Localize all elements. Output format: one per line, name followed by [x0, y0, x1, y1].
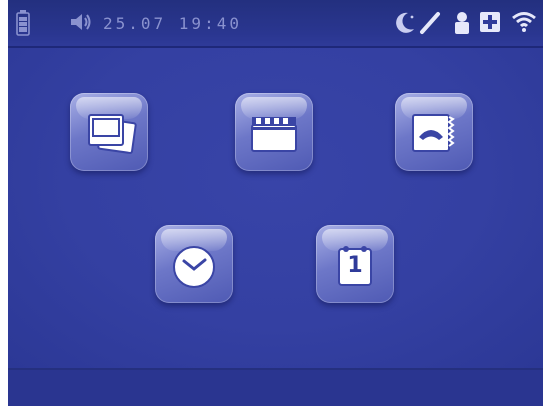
intercom-phone-icon — [412, 114, 455, 152]
device-screen: 25.07 19:40 1 — [8, 0, 543, 406]
photo-gallery-icon — [88, 114, 137, 154]
photo-gallery-button[interactable] — [70, 93, 148, 171]
video-button[interactable] — [235, 93, 313, 171]
edit-icon[interactable] — [418, 10, 442, 36]
intercom-icon[interactable] — [452, 10, 472, 36]
intercom-phone-button[interactable] — [395, 93, 473, 171]
video-clapper-icon — [251, 117, 297, 152]
datetime-label: 25.07 19:40 — [103, 14, 242, 33]
bottom-bar — [8, 368, 543, 406]
night-mode-icon[interactable] — [392, 10, 418, 36]
medical-cross-icon[interactable] — [479, 11, 501, 33]
clock-icon — [173, 246, 215, 288]
app-launcher: 1 — [8, 48, 543, 368]
status-bar: 25.07 19:40 — [8, 0, 543, 48]
speaker-icon — [71, 14, 91, 30]
battery-icon — [16, 10, 30, 36]
clock-button[interactable] — [155, 225, 233, 303]
calendar-button[interactable]: 1 — [316, 225, 394, 303]
calendar-day-label: 1 — [347, 253, 363, 278]
wifi-icon[interactable] — [511, 10, 537, 34]
